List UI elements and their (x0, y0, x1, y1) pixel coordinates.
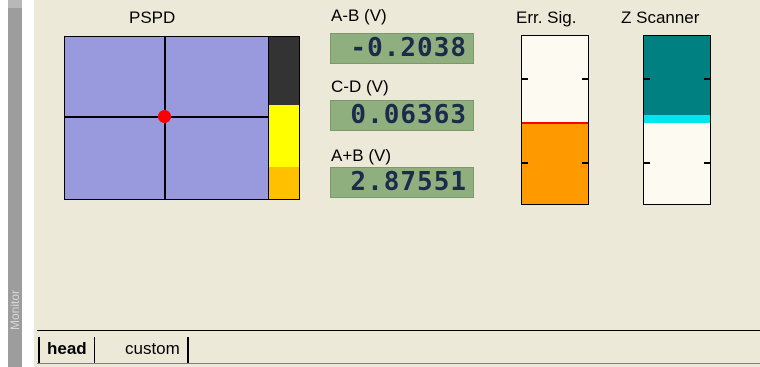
ab-label: A-B (V) (331, 6, 387, 25)
err-sig-title: Err. Sig. (516, 8, 577, 27)
ab-value-display: -0.2038 (330, 33, 474, 64)
z-scanner-tick (644, 78, 650, 80)
monitor-sidebar: Monitor (0, 0, 34, 367)
pspd-quadrant-display (64, 36, 270, 200)
z-scanner-title: Z Scanner (621, 8, 700, 27)
sum-bar-orange-fill (269, 167, 299, 199)
err-sig-tick (522, 162, 528, 164)
z-scanner-gauge (643, 35, 711, 205)
monitor-label: Monitor (8, 290, 22, 331)
err-sig-fill (522, 123, 588, 204)
pspd-laser-spot (158, 110, 171, 123)
err-sig-gauge (521, 35, 589, 205)
err-sig-level-line (522, 122, 588, 124)
tab-custom[interactable]: custom (118, 337, 189, 363)
tab-head[interactable]: head (38, 337, 95, 363)
err-sig-tick (522, 78, 528, 80)
z-scanner-tick (644, 162, 650, 164)
cd-label: C-D (V) (331, 77, 389, 96)
z-scanner-tick (704, 78, 710, 80)
sum-label: A+B (V) (331, 146, 391, 165)
sum-value-display: 2.87551 (330, 167, 474, 198)
z-scanner-level-line (644, 115, 710, 123)
z-scanner-fill (644, 36, 710, 115)
tab-strip-top-border (37, 330, 760, 331)
cd-value-display: 0.06363 (330, 100, 474, 131)
pspd-sum-bar (268, 36, 300, 200)
pspd-title: PSPD (129, 8, 176, 27)
err-sig-tick (582, 162, 588, 164)
tab-strip-bottom-border (37, 363, 760, 364)
z-scanner-tick (704, 162, 710, 164)
sidebar-grip[interactable] (8, 0, 22, 8)
err-sig-tick (582, 78, 588, 80)
